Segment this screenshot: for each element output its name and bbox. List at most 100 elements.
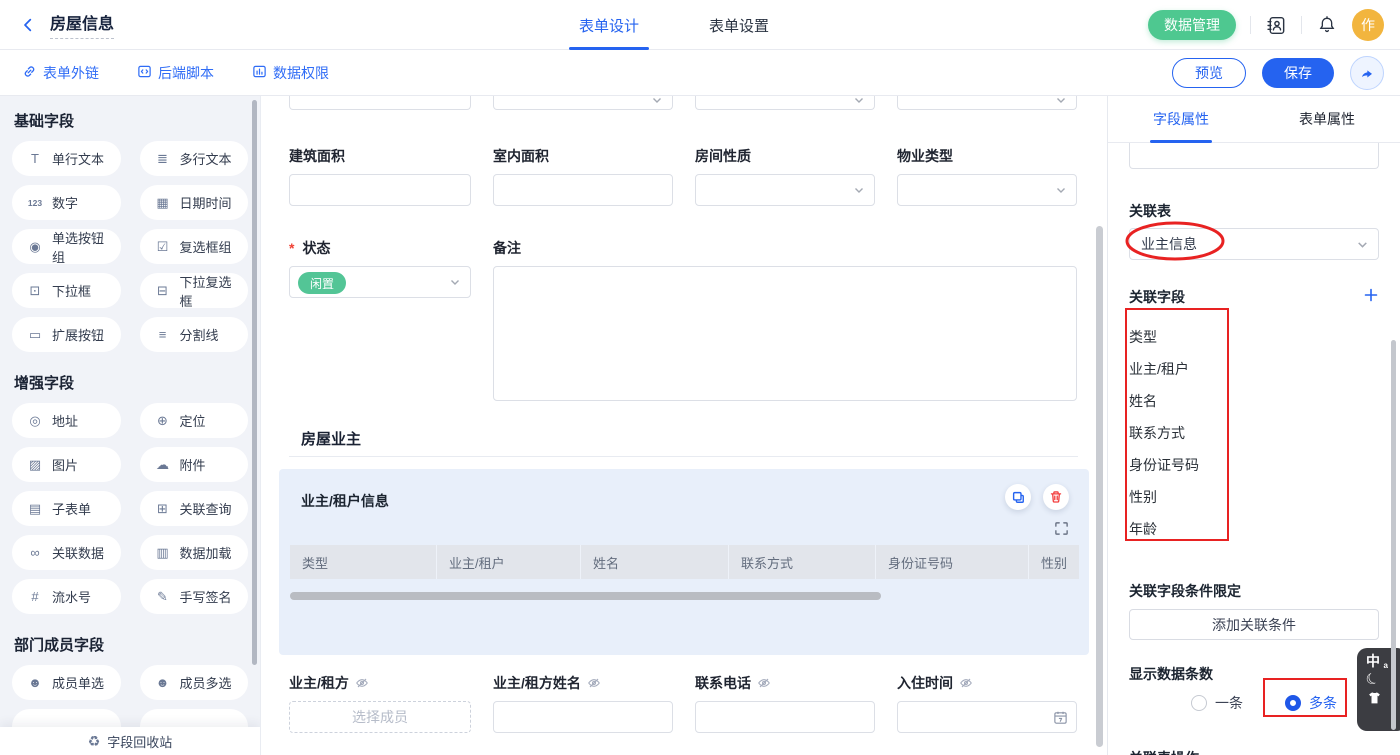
dark-mode-icon[interactable]: ☾ (1363, 669, 1382, 690)
page-title[interactable]: 房屋信息 (50, 10, 114, 39)
recycle-icon: ♻ (88, 733, 101, 750)
add-condition-button[interactable]: 添加关联条件 (1129, 609, 1379, 640)
field-item-checkbox-group[interactable]: ☑复选框组 (140, 229, 249, 264)
field-owner-tenant: 业主/租方 选择成员 (289, 673, 471, 733)
subform-card[interactable]: 业主/租户信息 类型 业主/租户 姓名 联系方式 身份证号码 性别 (279, 469, 1089, 655)
field-status: *状态 闲置 (289, 238, 471, 401)
group-title: 基础字段 (14, 110, 248, 130)
field-item-number[interactable]: 123数字 (12, 185, 121, 220)
field-item-divider[interactable]: ≡分割线 (140, 317, 249, 352)
bell-icon[interactable] (1316, 14, 1338, 36)
field-item-multi-select[interactable]: ⊟下拉复选框 (140, 273, 249, 308)
delete-button[interactable] (1043, 484, 1069, 510)
select-input[interactable] (897, 96, 1077, 110)
tab-field-properties[interactable]: 字段属性 (1108, 96, 1254, 142)
header-tabs: 表单设计 表单设置 (575, 0, 773, 50)
backend-script-link[interactable]: 后端脚本 (137, 63, 214, 83)
radio-circle-icon (1285, 695, 1301, 711)
related-field-item[interactable]: 联系方式 (1129, 417, 1379, 449)
related-field-item[interactable]: 年龄 (1129, 513, 1379, 545)
add-field-icon[interactable] (1363, 287, 1379, 303)
contact-book-icon[interactable] (1265, 14, 1287, 36)
theme-skin-icon[interactable] (1366, 690, 1383, 711)
form-designer-app: 房屋信息 表单设计 表单设置 数据管理 作 表单外链 (0, 0, 1400, 755)
field-item-image[interactable]: ▨图片 (12, 447, 121, 482)
share-button[interactable] (1350, 56, 1384, 90)
sidebar-scrollbar[interactable] (252, 100, 257, 665)
related-field-item[interactable]: 身份证号码 (1129, 449, 1379, 481)
tab-form-design[interactable]: 表单设计 (575, 0, 643, 50)
field-item-serial-number[interactable]: #流水号 (12, 579, 121, 614)
back-icon[interactable] (20, 16, 38, 34)
group-title: 部门成员字段 (14, 634, 248, 654)
preview-button[interactable]: 预览 (1172, 58, 1246, 88)
text-input[interactable] (289, 96, 471, 110)
field-item-related-data[interactable]: ∞关联数据 (12, 535, 121, 570)
language-toggle-icon[interactable]: 中a (1366, 654, 1380, 669)
data-manage-button[interactable]: 数据管理 (1148, 10, 1236, 40)
multi-text-icon: ≣ (154, 151, 172, 167)
field-item-location[interactable]: ⊕定位 (140, 403, 249, 438)
form-external-link[interactable]: 表单外链 (22, 63, 99, 83)
horizontal-scrollbar[interactable] (290, 592, 881, 600)
field-item-subform[interactable]: ▤子表单 (12, 491, 121, 526)
select-input[interactable] (493, 96, 673, 110)
checkbox-icon: ☑ (154, 239, 172, 255)
field-item-radio-group[interactable]: ◉单选按钮组 (12, 229, 121, 264)
field-item-attachment[interactable]: ☁附件 (140, 447, 249, 482)
data-permission-link[interactable]: 数据权限 (252, 63, 329, 83)
tab-form-settings[interactable]: 表单设置 (705, 0, 773, 50)
field-item-data-load[interactable]: ▥数据加载 (140, 535, 249, 570)
building-area-input[interactable] (289, 174, 471, 206)
eye-off-icon (757, 676, 771, 690)
field-item-select[interactable]: ⊡下拉框 (12, 273, 121, 308)
related-query-icon: ⊞ (154, 501, 172, 517)
duplicate-button[interactable] (1005, 484, 1031, 510)
related-field-item[interactable]: 姓名 (1129, 385, 1379, 417)
field-item-address[interactable]: ◎地址 (12, 403, 121, 438)
eye-off-icon (587, 676, 601, 690)
field-recycle-bin[interactable]: ♻ 字段回收站 (0, 727, 260, 755)
tab-form-properties[interactable]: 表单属性 (1254, 96, 1400, 142)
related-field-item[interactable]: 性别 (1129, 481, 1379, 513)
chevron-down-icon (1356, 238, 1369, 251)
member-picker[interactable]: 选择成员 (289, 701, 471, 733)
field-item-member-single[interactable]: ☻成员单选 (12, 665, 121, 700)
field-item-datetime[interactable]: ▦日期时间 (140, 185, 249, 220)
radio-single[interactable]: 一条 (1191, 693, 1243, 713)
data-permission-icon (252, 64, 267, 82)
field-item-signature[interactable]: ✎手写签名 (140, 579, 249, 614)
remark-textarea[interactable] (493, 266, 1077, 401)
radio-multiple[interactable]: 多条 (1285, 693, 1337, 713)
partial-input[interactable] (1129, 143, 1379, 169)
indoor-area-input[interactable] (493, 174, 673, 206)
related-data-icon: ∞ (26, 545, 44, 560)
related-field-item[interactable]: 业主/租户 (1129, 353, 1379, 385)
owner-name-input[interactable] (493, 701, 673, 733)
avatar[interactable]: 作 (1352, 9, 1384, 41)
field-item-expand-button[interactable]: ▭扩展按钮 (12, 317, 121, 352)
subform-table-header: 类型 业主/租户 姓名 联系方式 身份证号码 性别 (290, 545, 1079, 579)
field-item-multi-text[interactable]: ≣多行文本 (140, 141, 249, 176)
field-item-single-text[interactable]: T单行文本 (12, 141, 121, 176)
select-input[interactable] (695, 96, 875, 110)
checkin-date-input[interactable] (897, 701, 1077, 733)
property-type-select[interactable] (897, 174, 1077, 206)
chevron-down-icon (853, 184, 865, 196)
related-field-item[interactable]: 类型 (1129, 321, 1379, 353)
group-basic-fields: 基础字段 T单行文本 ≣多行文本 123数字 ▦日期时间 ◉单选按钮组 ☑复选框… (12, 110, 248, 352)
contact-phone-input[interactable] (695, 701, 875, 733)
eye-off-icon (959, 676, 973, 690)
canvas-scrollbar[interactable] (1096, 226, 1103, 747)
field-owner-name: 业主/租方姓名 (493, 673, 673, 733)
panel-scrollbar[interactable] (1391, 340, 1396, 730)
save-button[interactable]: 保存 (1262, 58, 1334, 88)
status-select[interactable]: 闲置 (289, 266, 471, 298)
room-nature-select[interactable] (695, 174, 875, 206)
related-table-select[interactable]: 业主信息 (1129, 228, 1379, 260)
field-item-related-query[interactable]: ⊞关联查询 (140, 491, 249, 526)
field-item-member-multi[interactable]: ☻成员多选 (140, 665, 249, 700)
chevron-down-icon (651, 96, 663, 106)
link-icon (22, 64, 37, 82)
fullscreen-icon[interactable] (1054, 521, 1069, 536)
